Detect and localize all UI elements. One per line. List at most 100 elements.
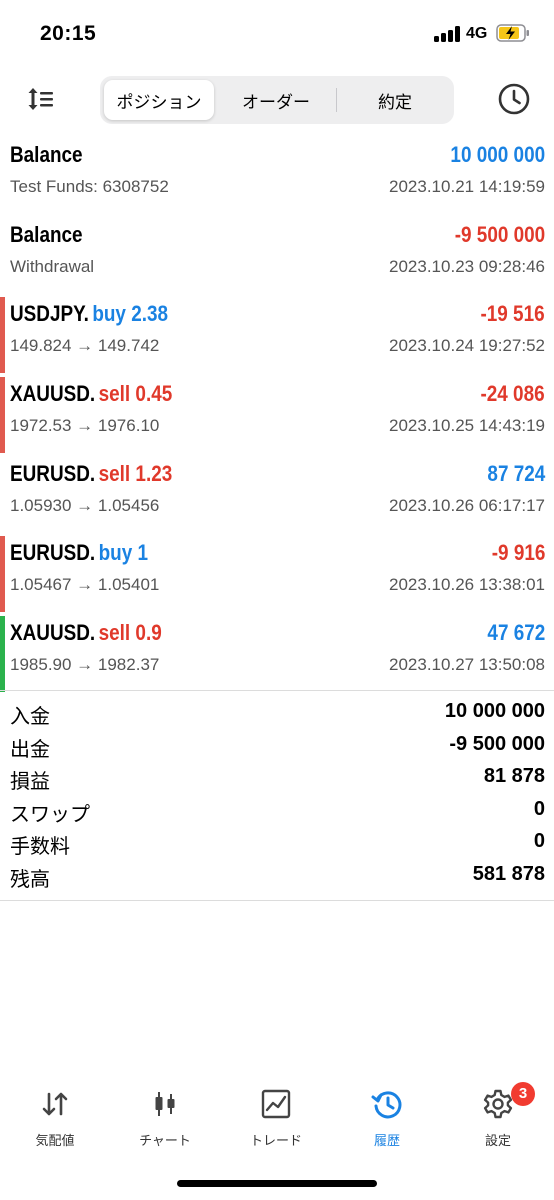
row-title: EURUSD. sell 1.23: [10, 461, 172, 487]
tab-history[interactable]: 履歴: [332, 1080, 442, 1160]
row-title: XAUUSD. sell 0.9: [10, 620, 162, 646]
row-amount: -9 500 000: [454, 221, 545, 247]
loss-indicator-bar: [0, 297, 5, 374]
summary-row-commission: 手数料 0: [0, 828, 554, 861]
tab-positions[interactable]: ポジション: [104, 80, 214, 120]
history-icon: [371, 1091, 402, 1119]
row-symbol: EURUSD.: [10, 460, 96, 486]
battery-charging-icon: [496, 24, 529, 42]
bottom-tab-bar: 気配値 チャート トレード 履歴 3 設定: [0, 1080, 554, 1160]
row-side-type: buy: [98, 540, 133, 566]
summary-label: 損益: [10, 771, 50, 794]
row-time: 2023.10.25 14:43:19: [389, 416, 545, 436]
summary-row-withdrawal: 出金 -9 500 000: [0, 731, 554, 764]
tab-trade[interactable]: トレード: [221, 1080, 331, 1160]
history-toolbar: ポジション オーダー 約定: [0, 72, 554, 128]
row-title: USDJPY. buy 2.38: [10, 301, 168, 327]
trade-chart-icon: [261, 1089, 291, 1119]
tab-quotes-label: 気配値: [35, 1133, 75, 1148]
row-volume: 1: [137, 540, 149, 566]
row-subtitle: Withdrawal: [10, 256, 95, 276]
row-side: buy 2.38: [92, 301, 168, 326]
row-amount: 47 672: [487, 620, 545, 646]
history-row[interactable]: XAUUSD. sell 0.45 1972.53 → 1976.10 -24 0…: [0, 375, 554, 455]
tab-orders[interactable]: オーダー: [220, 80, 332, 120]
row-amount: 10 000 000: [450, 142, 545, 167]
row-symbol: Balance: [10, 221, 83, 247]
home-indicator: [177, 1180, 377, 1187]
row-side-type: sell: [98, 460, 131, 486]
history-row[interactable]: XAUUSD. sell 0.9 1985.90 → 1982.37 47 672…: [0, 614, 554, 694]
row-symbol: XAUUSD.: [10, 620, 96, 646]
row-volume: 0.45: [135, 381, 173, 407]
loss-indicator-bar: [0, 536, 5, 613]
summary-label: 出金: [10, 738, 50, 761]
summary-row-deposit: 入金 10 000 000: [0, 698, 554, 731]
signal-strength-icon: [434, 26, 460, 42]
summary-row-balance: 残高 581 878: [0, 861, 554, 894]
row-symbol: Balance: [10, 142, 83, 167]
summary-divider-bottom: [0, 900, 554, 901]
row-time: 2023.10.23 09:28:46: [389, 256, 545, 276]
history-row[interactable]: EURUSD. sell 1.23 1.05930 → 1.05456 87 72…: [0, 455, 554, 535]
history-row[interactable]: Balance Test Funds: 6308752 10 000 000 2…: [0, 136, 554, 216]
tab-quotes[interactable]: 気配値: [0, 1080, 110, 1160]
row-amount: -19 516: [480, 301, 545, 327]
summary-label: 入金: [10, 706, 50, 728]
history-row[interactable]: Balance Withdrawal -9 500 000 2023.10.23…: [0, 216, 554, 296]
row-side: buy 1: [99, 540, 148, 565]
summary-row-profit: 損益 81 878: [0, 763, 554, 796]
summary-panel: 入金 10 000 000 出金 -9 500 000 損益 81 878 スワ…: [0, 698, 554, 894]
tab-deals[interactable]: 約定: [340, 80, 450, 120]
summary-value: 581 878: [472, 862, 545, 885]
row-volume: 0.9: [135, 620, 162, 646]
tab-history-label: 履歴: [373, 1133, 400, 1148]
network-type: 4G: [466, 25, 488, 42]
sort-icon[interactable]: [26, 84, 56, 114]
tab-chart[interactable]: チャート: [110, 1080, 220, 1160]
row-subtitle: Test Funds: 6308752: [10, 177, 169, 196]
row-symbol: XAUUSD.: [10, 381, 96, 407]
row-amount: 87 724: [487, 460, 545, 486]
row-title: EURUSD. buy 1: [10, 540, 148, 566]
row-time: 2023.10.26 13:38:01: [389, 575, 545, 595]
row-side-type: sell: [98, 381, 131, 407]
row-time: 2023.10.27 13:50:08: [389, 655, 545, 675]
tab-trade-label: トレード: [249, 1133, 302, 1148]
summary-value: 0: [533, 797, 545, 820]
tab-positions-label: ポジション: [116, 92, 202, 112]
segment-divider: [336, 88, 337, 112]
quotes-arrows-icon: [42, 1092, 68, 1116]
row-subtitle: 149.824 → 149.742: [10, 336, 160, 356]
summary-value: 10 000 000: [444, 700, 545, 722]
row-side: sell 1.23: [99, 461, 173, 486]
tab-settings-label: 設定: [484, 1133, 511, 1148]
profit-indicator-bar: [0, 616, 5, 693]
row-amount: -9 916: [491, 540, 545, 566]
row-time: 2023.10.26 06:17:17: [389, 495, 545, 515]
row-amount: -24 086: [480, 381, 545, 407]
summary-divider-top: [0, 690, 554, 691]
row-time: 2023.10.24 19:27:52: [389, 336, 545, 356]
row-subtitle: 1972.53 → 1976.10: [10, 416, 160, 436]
row-volume: 1.23: [135, 460, 173, 486]
history-row[interactable]: USDJPY. buy 2.38 149.824 → 149.742 -19 51…: [0, 295, 554, 375]
summary-label: スワップ: [10, 803, 90, 826]
row-side-type: buy: [92, 301, 126, 327]
summary-value: 0: [533, 830, 545, 853]
notification-badge: 3: [511, 1082, 535, 1106]
row-title: Balance: [10, 222, 83, 248]
tab-chart-label: チャート: [139, 1133, 191, 1148]
row-title: XAUUSD. sell 0.45: [10, 381, 172, 407]
row-subtitle: 1985.90 → 1982.37: [10, 655, 160, 675]
tab-orders-label: オーダー: [242, 92, 310, 112]
summary-value: -9 500 000: [449, 732, 545, 755]
summary-row-swap: スワップ 0: [0, 796, 554, 829]
summary-label: 手数料: [10, 836, 70, 859]
tab-settings[interactable]: 3 設定: [443, 1080, 553, 1160]
summary-label: 残高: [10, 868, 50, 891]
row-side: sell 0.9: [99, 620, 162, 645]
history-row[interactable]: EURUSD. buy 1 1.05467 → 1.05401 -9 916 20…: [0, 534, 554, 614]
gear-icon: [483, 1089, 513, 1119]
clock-history-icon[interactable]: [497, 82, 531, 116]
